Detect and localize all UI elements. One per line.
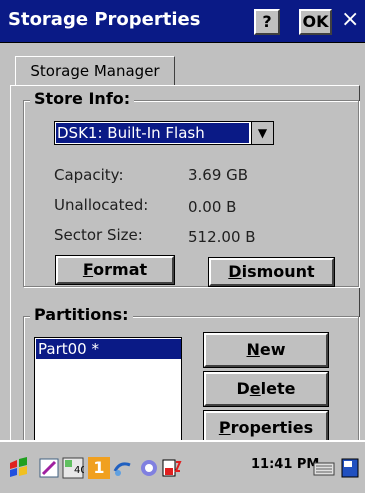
pen-tool-icon[interactable] [38, 457, 60, 479]
new-label: ew [259, 340, 286, 359]
network-icon[interactable] [112, 457, 134, 479]
sector-size-value: 512.00 B [188, 228, 256, 246]
properties-mnemonic: P [218, 418, 231, 437]
keyboard-icon[interactable] [313, 457, 335, 479]
desktop-icon[interactable] [340, 457, 360, 479]
format-mnemonic: F [82, 260, 94, 279]
capacity-value: 3.69 GB [188, 166, 249, 184]
store-info-group: Store Info: DSK1: Built-In Flash ▼ Capac… [23, 89, 359, 287]
format-label: ormat [93, 260, 148, 279]
taskbar-clock[interactable]: 11:41 PM [251, 457, 319, 472]
dismount-button[interactable]: Dismount [209, 258, 334, 286]
help-button[interactable]: ? [254, 9, 280, 35]
store-select[interactable]: DSK1: Built-In Flash ▼ [54, 121, 274, 145]
notification-badge-icon[interactable]: 1 [88, 457, 110, 479]
properties-label: roperties [230, 418, 314, 437]
new-mnemonic: N [246, 340, 260, 359]
store-info-title: Store Info: [30, 89, 135, 108]
store-select-value: DSK1: Built-In Flash [56, 123, 249, 143]
svg-text:40: 40 [74, 465, 84, 476]
delete-label: lete [260, 379, 296, 398]
delete-button[interactable]: Delete [204, 372, 328, 406]
taskbar: 40 1 11:41 PM [0, 440, 365, 493]
battery-icon[interactable] [160, 457, 182, 479]
window-title: Storage Properties [8, 9, 201, 30]
sector-size-label: Sector Size: [54, 226, 143, 244]
list-item[interactable]: Part00 * [36, 339, 181, 359]
dismount-mnemonic: D [228, 262, 242, 281]
calculator-icon[interactable]: 40 [62, 457, 84, 479]
new-button[interactable]: New [204, 333, 328, 367]
chevron-down-icon[interactable]: ▼ [251, 122, 273, 144]
partitions-list[interactable]: Part00 * [34, 337, 182, 449]
tab-panel: Store Info: DSK1: Built-In Flash ▼ Capac… [10, 85, 360, 449]
dismount-label: ismount [241, 262, 315, 281]
partitions-group: Partitions: Part00 * New Delete Properti… [23, 305, 359, 449]
unallocated-label: Unallocated: [54, 196, 149, 214]
sync-icon[interactable] [138, 457, 160, 479]
start-flag-icon[interactable] [8, 457, 30, 479]
format-button[interactable]: Format [56, 256, 174, 284]
delete-label-start: D [236, 379, 250, 398]
title-bar: Storage Properties ? OK × [0, 0, 365, 43]
partitions-title: Partitions: [30, 305, 133, 324]
ok-button[interactable]: OK [299, 9, 332, 35]
delete-mnemonic: e [249, 379, 261, 398]
tab-storage-manager[interactable]: Storage Manager [15, 56, 175, 86]
close-button[interactable]: × [341, 7, 359, 33]
capacity-label: Capacity: [54, 166, 124, 184]
unallocated-value: 0.00 B [188, 198, 237, 216]
dialog-content: Storage Manager Store Info: DSK1: Built-… [0, 43, 365, 449]
